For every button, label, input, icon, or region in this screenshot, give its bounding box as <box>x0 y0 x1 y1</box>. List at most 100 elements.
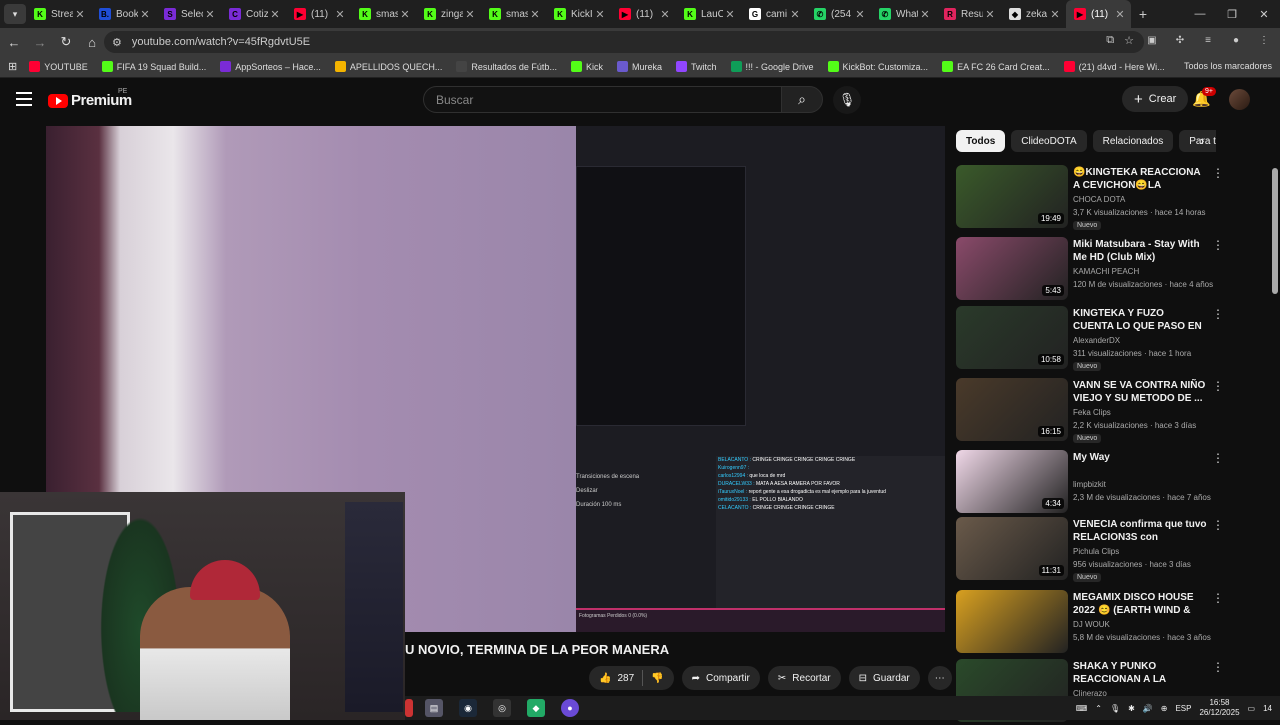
bookmark-item[interactable]: FIFA 19 Squad Build... <box>101 61 206 72</box>
create-button[interactable]: + Crear <box>1122 86 1189 112</box>
install-app-icon[interactable]: ⧉ <box>1106 34 1114 47</box>
recommended-video[interactable]: 19:49 😄KINGTEKA REACCIONA A CEVICHON😄LA D… <box>956 165 1224 231</box>
bookmark-item[interactable]: !!! - Google Drive <box>730 61 814 72</box>
tab-close-icon[interactable]: ✕ <box>528 8 542 21</box>
tray-chevron-icon[interactable]: ⌃ <box>1095 704 1102 713</box>
bookmark-item[interactable]: AppSorteos – Hace... <box>220 61 321 72</box>
language-indicator[interactable]: ESP <box>1175 704 1191 713</box>
tab-close-icon[interactable]: ✕ <box>73 8 87 21</box>
video-thumbnail[interactable]: 19:49 <box>956 165 1068 228</box>
thumbs-down-icon[interactable]: 👎 <box>651 673 663 684</box>
video-thumbnail[interactable]: 5:43 <box>956 237 1068 300</box>
video-title-link[interactable]: MEGAMIX DISCO HOUSE 2022 😊 (EARTH WIND &… <box>1073 591 1207 617</box>
filter-chip[interactable]: Relacionados <box>1092 130 1174 152</box>
recommended-video[interactable]: 11:31 VENECIA confirma que tuvo RELACION3… <box>956 517 1224 583</box>
video-thumbnail[interactable]: 10:58 <box>956 306 1068 369</box>
tab-close-icon[interactable]: ✕ <box>1113 8 1127 21</box>
filter-chip[interactable]: Para ti <box>1179 130 1216 152</box>
channel-name[interactable]: AlexanderDX <box>1073 336 1120 345</box>
video-menu-icon[interactable]: ⋮ <box>1212 451 1224 465</box>
video-title-link[interactable]: 😄KINGTEKA REACCIONA A CEVICHON😄LA DECADE… <box>1073 166 1207 192</box>
notification-center-icon[interactable]: ▭ <box>1248 704 1256 713</box>
like-button[interactable]: 👍 287 👎 <box>589 666 674 690</box>
video-title-link[interactable]: VENECIA confirma que tuvo RELACION3S con… <box>1073 518 1207 544</box>
taskbar-clock[interactable]: 16:58 26/12/2025 <box>1199 698 1239 718</box>
channel-name[interactable]: KAMACHI PEACH <box>1073 267 1139 276</box>
taskbar-app-icon[interactable] <box>405 699 413 717</box>
chrome-icon[interactable]: ● <box>561 699 579 717</box>
browser-tab[interactable]: Ksmas ✕ <box>481 0 546 28</box>
video-title-link[interactable]: VANN SE VA CONTRA NIÑO VIEJO Y SU METODO… <box>1073 379 1207 405</box>
bookmark-item[interactable]: (21) d4vd - Here Wi... <box>1063 61 1165 72</box>
all-bookmarks-button[interactable]: Todos los marcadores <box>1184 61 1272 71</box>
home-button[interactable]: ⌂ <box>80 35 104 50</box>
browser-tab[interactable]: ▶ (11) ✕ <box>286 0 351 28</box>
bookmark-item[interactable]: APELLIDOS QUECH... <box>334 61 442 72</box>
network-icon[interactable]: ⊕ <box>1161 704 1168 713</box>
search-icon[interactable]: ⌕ <box>781 86 823 113</box>
video-menu-icon[interactable]: ⋮ <box>1212 166 1224 180</box>
video-menu-icon[interactable]: ⋮ <box>1212 660 1224 674</box>
tab-close-icon[interactable]: ✕ <box>918 8 932 21</box>
guide-menu-icon[interactable] <box>16 92 32 106</box>
tab-close-icon[interactable]: ✕ <box>788 8 802 21</box>
obs-icon[interactable]: ◎ <box>493 699 511 717</box>
channel-name[interactable]: CHOCA DOTA <box>1073 195 1125 204</box>
channel-name[interactable]: Pichula Clips <box>1073 547 1119 556</box>
share-button[interactable]: ➦ Compartir <box>681 666 760 690</box>
forward-button[interactable]: → <box>28 35 52 50</box>
video-thumbnail[interactable] <box>956 590 1068 653</box>
tab-close-icon[interactable]: ✕ <box>853 8 867 21</box>
browser-tab[interactable]: ▶ (11) ✕ <box>1066 0 1131 28</box>
media-controls-icon[interactable]: ≡ <box>1200 32 1216 48</box>
tab-close-icon[interactable]: ✕ <box>398 8 412 21</box>
channel-name[interactable]: limpbizkit <box>1073 480 1106 489</box>
video-menu-icon[interactable]: ⋮ <box>1212 591 1224 605</box>
browser-tab[interactable]: Gcami ✕ <box>741 0 806 28</box>
tab-close-icon[interactable]: ✕ <box>138 8 152 21</box>
tab-search-button[interactable]: ▾ <box>4 4 26 24</box>
recommended-video[interactable]: 5:43 Miki Matsubara - Stay With Me HD (Cl… <box>956 237 1224 303</box>
steam-icon[interactable]: ◉ <box>459 699 477 717</box>
tab-close-icon[interactable]: ✕ <box>658 8 672 21</box>
profile-icon[interactable]: ● <box>1228 32 1244 48</box>
video-title-link[interactable]: My Way <box>1073 451 1207 464</box>
file-explorer-icon[interactable]: ▤ <box>425 699 443 717</box>
recommended-video[interactable]: 4:34 My Way limpbizkit 2,3 M de visualizaci… <box>956 450 1224 516</box>
tab-close-icon[interactable]: ✕ <box>723 8 737 21</box>
browser-tab[interactable]: K LauC ✕ <box>676 0 741 28</box>
tab-close-icon[interactable]: ✕ <box>983 8 997 21</box>
mic-tray-icon[interactable]: 🎙 <box>1110 704 1120 713</box>
reload-button[interactable]: ↻ <box>54 34 78 50</box>
save-button[interactable]: ⊟ Guardar <box>848 666 920 690</box>
recommended-video[interactable]: 16:15 VANN SE VA CONTRA NIÑO VIEJO Y SU M… <box>956 378 1224 444</box>
video-title-link[interactable]: Miki Matsubara - Stay With Me HD (Club M… <box>1073 238 1207 264</box>
channel-name[interactable]: DJ WOUK <box>1073 620 1110 629</box>
back-button[interactable]: ← <box>2 35 26 50</box>
bookmark-item[interactable]: YOUTUBE <box>29 61 88 72</box>
youtube-logo[interactable]: Premium PE <box>48 88 132 109</box>
bookmark-item[interactable]: KickBot: Customiza... <box>827 61 928 72</box>
filter-chip[interactable]: ClideoDOTA <box>1011 130 1087 152</box>
browser-tab[interactable]: ✆ What ✕ <box>871 0 936 28</box>
channel-name[interactable]: Feka Clips <box>1073 408 1111 417</box>
restore-button[interactable]: ❐ <box>1216 8 1248 21</box>
volume-icon[interactable]: 🔊 <box>1143 704 1153 713</box>
browser-tab[interactable]: ◆ zeka ✕ <box>1001 0 1066 28</box>
browser-tab[interactable]: K KickI ✕ <box>546 0 611 28</box>
tab-close-icon[interactable]: ✕ <box>463 8 477 21</box>
video-thumbnail[interactable]: 4:34 <box>956 450 1068 513</box>
bookmark-item[interactable]: Mureka <box>616 61 662 72</box>
browser-tab[interactable]: K Strea ✕ <box>26 0 91 28</box>
browser-tab[interactable]: S Selec✕ <box>156 0 221 28</box>
extensions-puzzle-icon[interactable]: ✣ <box>1172 32 1188 48</box>
new-tab-button[interactable]: + <box>1131 6 1155 22</box>
bookmark-item[interactable]: EA FC 26 Card Creat... <box>942 61 1050 72</box>
chips-next-icon[interactable]: › <box>1200 133 1204 148</box>
browser-tab[interactable]: ▶ (11) ✕ <box>611 0 676 28</box>
close-window-button[interactable]: ✕ <box>1248 8 1280 21</box>
video-menu-icon[interactable]: ⋮ <box>1212 518 1224 532</box>
tab-close-icon[interactable]: ✕ <box>593 8 607 21</box>
browser-tab[interactable]: B. Booki✕ <box>91 0 156 28</box>
editor-icon[interactable]: ◆ <box>527 699 545 717</box>
